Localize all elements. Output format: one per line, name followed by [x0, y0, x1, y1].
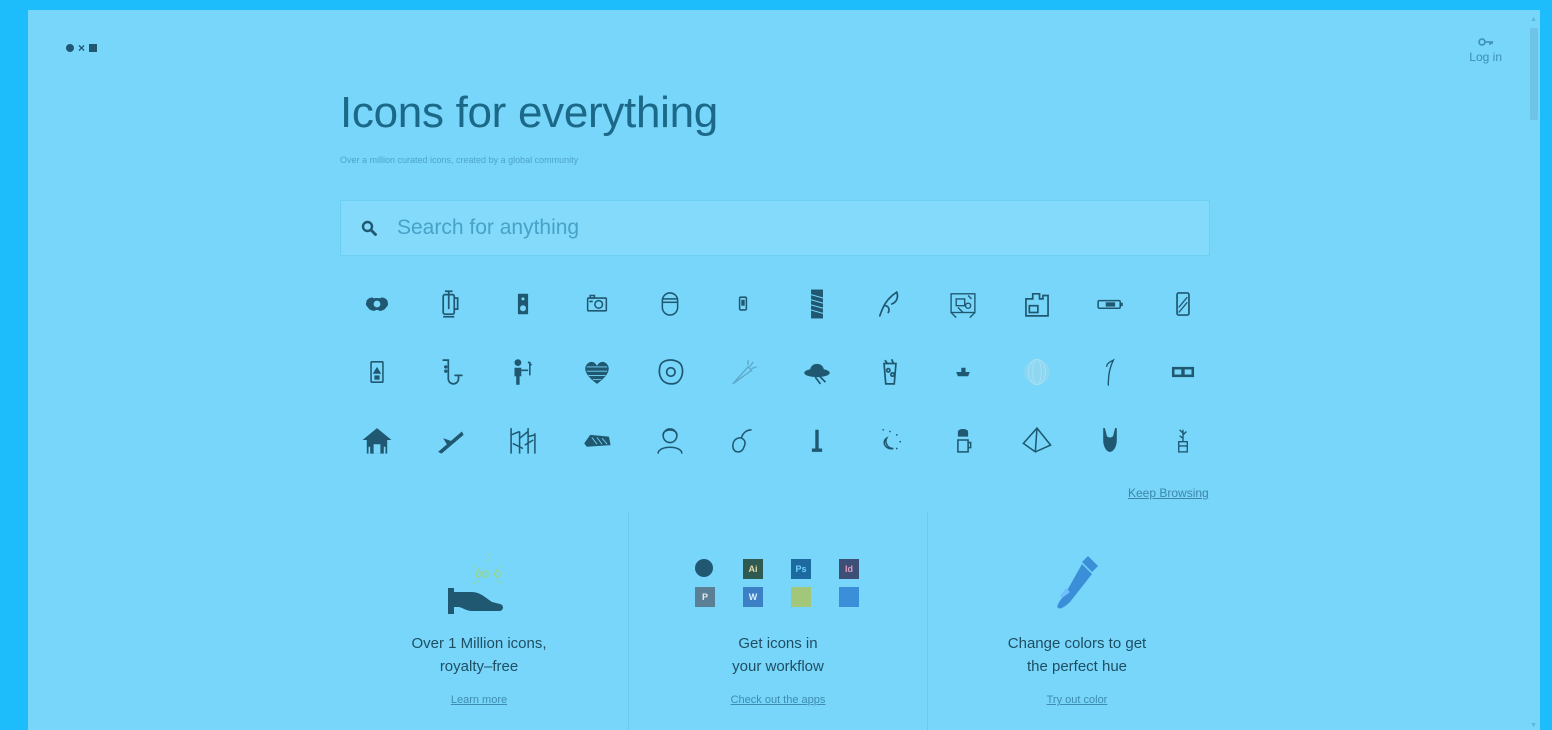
check-out-apps-link[interactable]: Check out the apps [629, 694, 927, 706]
logo-square [89, 44, 98, 52]
page: × Log in ▲ ▼ Icons for everything Over a… [28, 10, 1540, 730]
eyedropper-icon [928, 548, 1226, 618]
factory-icon[interactable] [1000, 270, 1073, 338]
feature-title: Over 1 Million icons, royalty–free [330, 632, 628, 678]
cocktail-icon[interactable] [853, 338, 926, 406]
feature-title-line2: royalty–free [439, 658, 519, 675]
search-icon [361, 220, 391, 236]
carrot-icon[interactable] [707, 338, 780, 406]
app-icon-grid: Ai Ps Id P W [695, 559, 861, 607]
word-icon: W [743, 587, 763, 607]
french-press-icon[interactable] [413, 270, 486, 338]
cassette-icon[interactable] [1147, 338, 1220, 406]
swimsuit-icon[interactable] [1073, 406, 1146, 474]
battery-icon[interactable] [1073, 270, 1146, 338]
bed-icon[interactable] [560, 406, 633, 474]
feather-icon[interactable] [1073, 338, 1146, 406]
learn-more-link[interactable]: Learn more [330, 694, 628, 706]
pyramid-icon[interactable] [1000, 406, 1073, 474]
feature-title-line1: Get icons in [738, 635, 818, 652]
feature-title-line1: Change colors to get [1007, 635, 1147, 652]
feature-title: Get icons in your workflow [629, 632, 927, 678]
hand-infinity-icon [330, 548, 628, 618]
login-label: Log in [1469, 50, 1502, 64]
chess-piece-icon[interactable] [780, 406, 853, 474]
keep-browsing-link[interactable]: Keep Browsing [1128, 486, 1209, 500]
plant-pot-icon[interactable] [1147, 406, 1220, 474]
photoshop-icon: Ps [791, 559, 811, 579]
feature-colors: Change colors to get the perfect hue Try… [927, 512, 1226, 730]
feature-title: Change colors to get the perfect hue [928, 632, 1226, 678]
feature-title-line2: your workflow [732, 658, 824, 675]
night-sky-icon[interactable] [853, 406, 926, 474]
logo-x: × [78, 41, 86, 55]
search-input[interactable] [395, 215, 1179, 241]
jar-icon[interactable] [633, 270, 706, 338]
speaker-icon[interactable] [487, 270, 560, 338]
leaf-hand-icon[interactable] [853, 270, 926, 338]
egg-icon[interactable] [633, 338, 706, 406]
noun-project-logo[interactable]: × [66, 41, 98, 55]
fruit-icon[interactable] [707, 406, 780, 474]
room-icon[interactable] [927, 270, 1000, 338]
features-section: Over 1 Million icons, royalty–free Learn… [330, 512, 1226, 730]
illustrator-icon: Ai [743, 559, 763, 579]
icon-grid [340, 270, 1220, 474]
hat-icon[interactable] [780, 338, 853, 406]
sphere-icon[interactable] [1000, 338, 1073, 406]
person-drinking-icon[interactable] [487, 338, 560, 406]
try-out-color-link[interactable]: Try out color [928, 694, 1226, 706]
feature-royalty-free: Over 1 Million icons, royalty–free Learn… [330, 512, 628, 730]
phone-icon[interactable] [707, 270, 780, 338]
indesign-icon: Id [839, 559, 859, 579]
apple-icon [695, 559, 713, 577]
wreath-icon[interactable] [340, 270, 413, 338]
app-icons: Ai Ps Id P W [629, 548, 927, 618]
smartphone-icon[interactable] [1147, 270, 1220, 338]
card-icon[interactable] [340, 338, 413, 406]
login-button[interactable]: Log in [1469, 36, 1502, 64]
scroll-up-arrow-icon[interactable]: ▲ [1530, 16, 1537, 23]
page-title: Icons for everything [340, 88, 718, 137]
scroll-down-arrow-icon[interactable]: ▼ [1530, 722, 1537, 729]
key-icon [1469, 36, 1502, 50]
person-icon[interactable] [633, 406, 706, 474]
coffee-cup-icon[interactable] [927, 406, 1000, 474]
powerpoint-icon: P [695, 587, 715, 607]
boat-icon[interactable] [927, 338, 1000, 406]
search-bar[interactable] [340, 200, 1210, 256]
google-slides-icon [791, 587, 811, 607]
airplane-icon[interactable] [413, 406, 486, 474]
building-icon[interactable] [780, 270, 853, 338]
saxophone-icon[interactable] [413, 338, 486, 406]
feature-title-line1: Over 1 Million icons, [411, 635, 547, 652]
heart-pattern-icon[interactable] [560, 338, 633, 406]
forest-icon[interactable] [487, 406, 560, 474]
scrollbar[interactable]: ▲ ▼ [1528, 10, 1540, 730]
google-docs-icon [839, 587, 859, 607]
page-subtitle: Over a million curated icons, created by… [340, 155, 579, 165]
camera-icon[interactable] [560, 270, 633, 338]
feature-workflow: Ai Ps Id P W Get icons in your workflow Chec… [628, 512, 927, 730]
feature-title-line2: the perfect hue [1026, 658, 1128, 675]
logo-dot [66, 44, 74, 52]
house-icon[interactable] [340, 406, 413, 474]
scrollbar-thumb[interactable] [1530, 28, 1538, 120]
